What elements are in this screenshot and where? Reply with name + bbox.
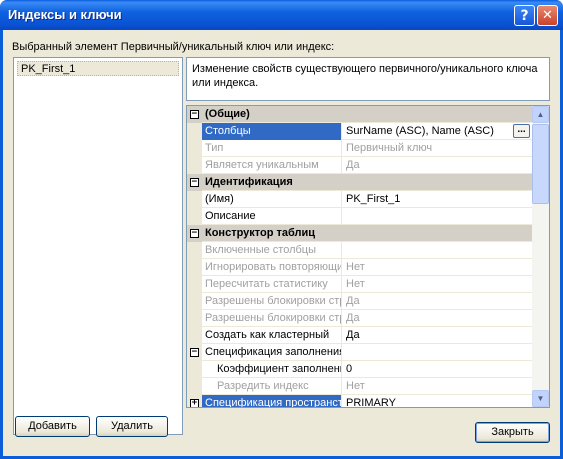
row-gutter: − bbox=[187, 106, 202, 123]
row-gutter bbox=[187, 378, 202, 395]
property-value: Нет bbox=[346, 380, 365, 392]
row-gutter bbox=[187, 157, 202, 174]
row-gutter bbox=[187, 191, 202, 208]
property-name: Коэффициент заполнения bbox=[202, 361, 342, 378]
dialog-window: Индексы и ключи ? ✕ Выбранный элемент Пе… bbox=[0, 0, 563, 459]
property-rows: − (Общие) Столбцы SurName (ASC), Name (A… bbox=[187, 106, 532, 407]
property-grid[interactable]: − (Общие) Столбцы SurName (ASC), Name (A… bbox=[186, 105, 550, 408]
property-row-name[interactable]: (Имя) PK_First_1 bbox=[187, 191, 532, 208]
scroll-down-icon[interactable]: ▼ bbox=[532, 390, 549, 407]
window-title: Индексы и ключи bbox=[8, 7, 122, 22]
close-icon: ✕ bbox=[542, 8, 553, 23]
property-value: Да bbox=[346, 312, 360, 324]
property-value: Нет bbox=[346, 261, 365, 273]
property-row-fill-spec[interactable]: − Спецификация заполнения bbox=[187, 344, 532, 361]
help-button[interactable]: ? bbox=[514, 5, 535, 26]
description-box: Изменение свойств существующего первично… bbox=[186, 57, 550, 101]
property-name: Разрешены блокировки страниц bbox=[202, 310, 342, 327]
row-gutter bbox=[187, 361, 202, 378]
title-bar[interactable]: Индексы и ключи ? ✕ bbox=[0, 0, 563, 30]
property-name: Пересчитать статистику bbox=[202, 276, 342, 293]
property-name: Тип bbox=[202, 140, 342, 157]
list-item[interactable]: PK_First_1 bbox=[17, 61, 179, 76]
property-name: Разредить индекс bbox=[202, 378, 342, 395]
property-value[interactable]: SurName (ASC), Name (ASC) ... bbox=[343, 123, 532, 140]
collapse-icon[interactable]: − bbox=[190, 178, 199, 187]
category-general[interactable]: − (Общие) bbox=[187, 106, 532, 123]
property-row-type[interactable]: Тип Первичный ключ bbox=[187, 140, 532, 157]
collapse-icon[interactable]: − bbox=[190, 348, 199, 357]
row-gutter bbox=[187, 310, 202, 327]
property-name: Спецификация заполнения bbox=[202, 344, 342, 361]
index-list[interactable]: PK_First_1 bbox=[13, 57, 183, 435]
property-row-ignore-duplicates[interactable]: Игнорировать повторяющиеся Нет bbox=[187, 259, 532, 276]
property-row-page-locks[interactable]: Разрешены блокировки страниц Да bbox=[187, 310, 532, 327]
row-gutter bbox=[187, 242, 202, 259]
property-value[interactable]: PRIMARY bbox=[343, 395, 532, 407]
property-row-description[interactable]: Описание bbox=[187, 208, 532, 225]
row-gutter bbox=[187, 259, 202, 276]
close-button[interactable]: Закрыть bbox=[475, 422, 550, 443]
property-name: Описание bbox=[202, 208, 342, 225]
property-value: Да bbox=[346, 295, 360, 307]
scroll-thumb[interactable] bbox=[532, 124, 549, 204]
property-name: Создать как кластерный bbox=[202, 327, 342, 344]
property-value-text: SurName (ASC), Name (ASC) bbox=[346, 125, 494, 137]
category-label: (Общие) bbox=[205, 108, 250, 120]
ellipsis-button[interactable]: ... bbox=[513, 124, 530, 138]
property-name: Игнорировать повторяющиеся bbox=[202, 259, 342, 276]
property-row-recompute-stats[interactable]: Пересчитать статистику Нет bbox=[187, 276, 532, 293]
property-row-included-columns[interactable]: Включенные столбцы bbox=[187, 242, 532, 259]
row-gutter: − bbox=[187, 174, 202, 191]
property-row-columns[interactable]: Столбцы SurName (ASC), Name (ASC) ... bbox=[187, 123, 532, 140]
property-row-fill-factor[interactable]: Коэффициент заполнения 0 bbox=[187, 361, 532, 378]
property-row-row-locks[interactable]: Разрешены блокировки строк Да bbox=[187, 293, 532, 310]
row-gutter bbox=[187, 327, 202, 344]
category-identity[interactable]: − Идентификация bbox=[187, 174, 532, 191]
property-value bbox=[343, 344, 532, 361]
add-button[interactable]: Добавить bbox=[15, 416, 90, 437]
property-name: (Имя) bbox=[202, 191, 342, 208]
row-gutter bbox=[187, 123, 202, 140]
property-value: Да bbox=[346, 159, 360, 171]
row-gutter bbox=[187, 293, 202, 310]
property-value[interactable] bbox=[343, 208, 532, 225]
property-row-clustered[interactable]: Создать как кластерный Да bbox=[187, 327, 532, 344]
property-grid-scrollbar[interactable]: ▲ ▼ bbox=[532, 106, 549, 407]
property-row-is-unique[interactable]: Является уникальным Да bbox=[187, 157, 532, 174]
help-icon: ? bbox=[520, 7, 529, 24]
close-window-button[interactable]: ✕ bbox=[537, 5, 558, 26]
row-gutter: − bbox=[187, 344, 202, 361]
dialog-body: Выбранный элемент Первичный/уникальный к… bbox=[3, 30, 560, 456]
row-gutter bbox=[187, 208, 202, 225]
property-value[interactable]: PK_First_1 bbox=[343, 191, 532, 208]
delete-button[interactable]: Удалить bbox=[96, 416, 168, 437]
selected-element-label: Выбранный элемент Первичный/уникальный к… bbox=[12, 41, 335, 53]
property-name: Включенные столбцы bbox=[202, 242, 342, 259]
property-name: Спецификация пространства данных bbox=[202, 395, 342, 407]
property-name: Разрешены блокировки строк bbox=[202, 293, 342, 310]
row-gutter: − bbox=[187, 225, 202, 242]
category-table-designer[interactable]: − Конструктор таблиц bbox=[187, 225, 532, 242]
property-row-pad-index[interactable]: Разредить индекс Нет bbox=[187, 378, 532, 395]
property-row-data-space[interactable]: + Спецификация пространства данных PRIMA… bbox=[187, 395, 532, 407]
expand-icon[interactable]: + bbox=[190, 399, 199, 407]
property-value bbox=[343, 242, 532, 259]
property-name: Столбцы bbox=[202, 123, 342, 140]
category-label: Конструктор таблиц bbox=[205, 227, 316, 239]
property-name: Является уникальным bbox=[202, 157, 342, 174]
property-value[interactable]: 0 bbox=[343, 361, 532, 378]
row-gutter: + bbox=[187, 395, 202, 407]
collapse-icon[interactable]: − bbox=[190, 110, 199, 119]
scroll-up-icon[interactable]: ▲ bbox=[532, 106, 549, 123]
collapse-icon[interactable]: − bbox=[190, 229, 199, 238]
property-value[interactable]: Да bbox=[343, 327, 532, 344]
property-value: Нет bbox=[346, 278, 365, 290]
category-label: Идентификация bbox=[205, 176, 293, 188]
row-gutter bbox=[187, 140, 202, 157]
row-gutter bbox=[187, 276, 202, 293]
property-value: Первичный ключ bbox=[346, 142, 433, 154]
